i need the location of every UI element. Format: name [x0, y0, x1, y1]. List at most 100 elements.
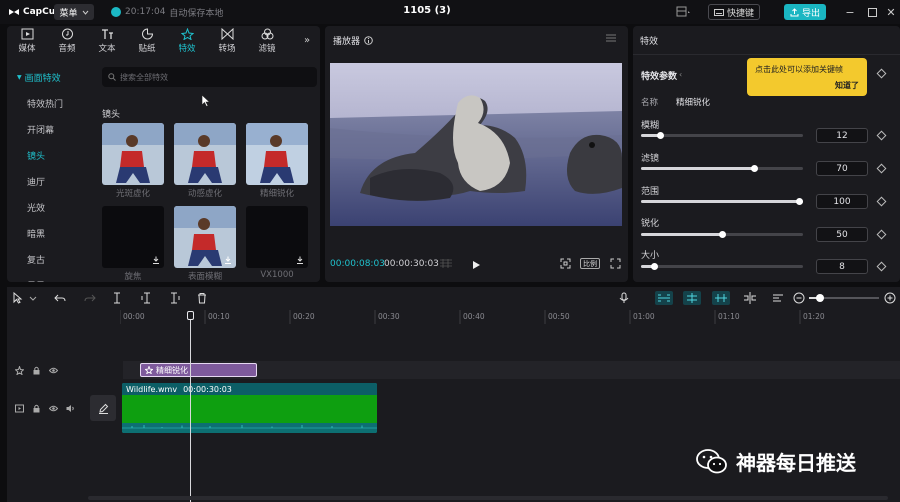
param-slider-filter[interactable]	[641, 165, 803, 172]
category-stars[interactable]: 星星	[7, 272, 95, 283]
timeline-grid-icon[interactable]	[439, 259, 453, 269]
param-value-sharpen[interactable]: 50	[816, 227, 868, 242]
timeline-scrollbar[interactable]	[88, 496, 888, 500]
tabs-more-button[interactable]: »	[304, 35, 310, 46]
preview-axis-icon[interactable]	[743, 292, 757, 304]
category-hot[interactable]: 特效热门	[7, 90, 95, 116]
video-preview[interactable]	[330, 63, 622, 226]
keyframe-diamond-icon[interactable]	[876, 261, 887, 272]
category-open-close[interactable]: 开闭幕	[7, 116, 95, 142]
keyframe-diamond-icon[interactable]	[876, 196, 887, 207]
effect-card[interactable]	[174, 206, 236, 268]
chevron-down-icon[interactable]	[29, 292, 37, 304]
link-main-track-icon[interactable]	[655, 291, 673, 305]
ruler-label: 00:20	[293, 312, 315, 321]
effect-card[interactable]	[246, 206, 308, 268]
playhead[interactable]	[190, 314, 191, 502]
split-icon[interactable]	[111, 292, 123, 304]
eye-icon[interactable]	[49, 366, 58, 375]
param-value-range[interactable]: 100	[816, 194, 868, 209]
play-icon[interactable]	[472, 260, 481, 270]
param-value-size[interactable]: 8	[816, 259, 868, 274]
category-dark[interactable]: 暗黑	[7, 220, 95, 246]
effect-card[interactable]	[102, 123, 164, 185]
param-slider-blur[interactable]	[641, 132, 803, 139]
slider-knob[interactable]	[751, 165, 758, 172]
layout-icon[interactable]	[676, 6, 692, 18]
tab-filter[interactable]: 滤镜	[247, 26, 287, 56]
category-screen-effects[interactable]: ▼ 画面特效	[7, 64, 95, 90]
slider-knob[interactable]	[651, 263, 658, 270]
playhead-handle[interactable]	[187, 311, 194, 320]
ratio-button[interactable]: 比例	[580, 258, 600, 269]
info-icon[interactable]	[364, 36, 373, 45]
export-button[interactable]: 导出	[784, 4, 826, 20]
param-slider-range[interactable]	[641, 198, 803, 205]
param-slider-sharpen[interactable]	[641, 231, 803, 238]
person-thumbnail	[246, 123, 308, 185]
menu-icon[interactable]	[606, 34, 616, 42]
media-icon	[21, 28, 33, 40]
magnet-snap-icon[interactable]	[683, 291, 701, 305]
effect-card[interactable]	[174, 123, 236, 185]
keyframe-diamond-icon[interactable]	[876, 130, 887, 141]
close-button[interactable]: ✕	[884, 5, 898, 19]
tab-sticker[interactable]: 贴纸	[127, 26, 167, 56]
lock-icon[interactable]	[32, 404, 41, 413]
slider-knob[interactable]	[657, 132, 664, 139]
effect-clip[interactable]: 精细锐化	[140, 363, 257, 377]
tooltip-ok-button[interactable]: 知道了	[835, 80, 859, 91]
delete-icon[interactable]	[196, 292, 208, 304]
select-cursor-icon[interactable]	[12, 292, 24, 304]
lock-icon[interactable]	[32, 366, 41, 375]
undo-icon[interactable]	[54, 292, 66, 304]
effect-card[interactable]	[102, 206, 164, 268]
zoom-out-icon[interactable]	[793, 292, 805, 304]
keyframe-tooltip: 点击此处可以添加关键帧 知道了	[747, 58, 867, 96]
fullscreen-icon[interactable]	[610, 258, 621, 269]
param-slider-size[interactable]	[641, 263, 803, 270]
name-value: 精细锐化	[676, 98, 711, 108]
tab-transition[interactable]: 转场	[207, 26, 247, 56]
microphone-icon[interactable]	[618, 292, 630, 304]
trim-right-icon[interactable]	[169, 292, 181, 304]
video-clip[interactable]: Wildlife.wmv 00:00:30:03	[122, 383, 377, 433]
linkage-icon[interactable]	[712, 291, 730, 305]
slider-knob[interactable]	[719, 231, 726, 238]
effect-card[interactable]	[246, 123, 308, 185]
video-track-icon	[15, 404, 24, 413]
category-retro[interactable]: 复古	[7, 246, 95, 272]
cover-edit-button[interactable]	[90, 395, 116, 421]
eye-icon[interactable]	[49, 404, 58, 413]
caption-icon[interactable]	[772, 292, 784, 304]
param-value-filter[interactable]: 70	[816, 161, 868, 176]
zoom-in-icon[interactable]	[884, 292, 896, 304]
keyframe-diamond-icon[interactable]	[876, 229, 887, 240]
time-ruler[interactable]	[120, 310, 900, 324]
category-light[interactable]: 光效	[7, 194, 95, 220]
fullscreen-fit-icon[interactable]	[560, 258, 571, 269]
keyframe-diamond-icon[interactable]	[876, 163, 887, 174]
keyframe-diamond-icon[interactable]	[876, 68, 887, 79]
tab-media[interactable]: 媒体	[7, 26, 47, 56]
effects-search-input[interactable]: 搜索全部特效	[102, 67, 317, 87]
volume-icon[interactable]	[66, 404, 75, 413]
chevron-left-icon[interactable]: ‹	[679, 70, 682, 79]
redo-icon[interactable]	[84, 292, 96, 304]
menu-button[interactable]: 菜单	[54, 4, 94, 20]
category-lens[interactable]: 镜头	[7, 142, 95, 168]
audio-waveform	[122, 423, 377, 433]
shortcut-button[interactable]: 快捷键	[708, 4, 760, 20]
param-value-blur[interactable]: 12	[816, 128, 868, 143]
tab-text[interactable]: 文本	[87, 26, 127, 56]
maximize-button[interactable]	[865, 5, 879, 19]
slider-knob[interactable]	[796, 198, 803, 205]
tab-audio[interactable]: 音频	[47, 26, 87, 56]
category-disco[interactable]: 迪厅	[7, 168, 95, 194]
effect-card-label: 精细锐化	[259, 189, 294, 199]
audio-icon	[61, 28, 73, 40]
tab-effects[interactable]: 特效	[167, 26, 207, 56]
trim-left-icon[interactable]	[140, 292, 152, 304]
minimize-button[interactable]: −	[843, 5, 857, 19]
zoom-slider-knob[interactable]	[816, 294, 824, 302]
